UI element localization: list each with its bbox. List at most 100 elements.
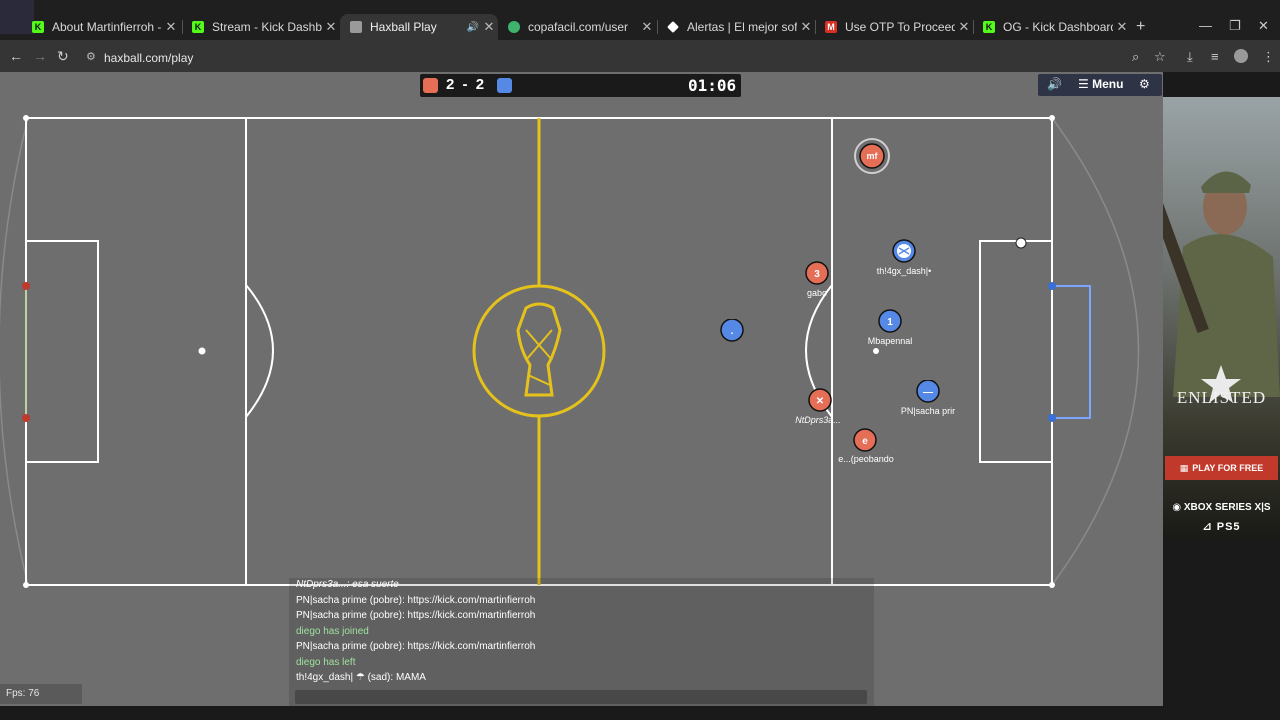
ad-platform-ps-label: PS5: [1216, 521, 1241, 533]
pitch-right-boundary-arc: [1051, 117, 1140, 586]
player-name: NtDprs3a...: [795, 415, 841, 425]
player-blue-dot: .: [720, 319, 744, 342]
close-icon[interactable]: ✕: [797, 19, 815, 35]
settings-gear-icon[interactable]: ⚙: [1139, 77, 1150, 91]
browser-account-avatar[interactable]: [1234, 49, 1248, 63]
more-menu-icon[interactable]: ⋮: [1262, 49, 1275, 65]
right-penalty-box: [979, 240, 1053, 463]
menu-hamburger-icon: ☰: [1078, 77, 1093, 91]
score-red: 2: [446, 76, 455, 93]
ad-title: ENLISTED: [1176, 388, 1267, 407]
close-icon[interactable]: ✕: [480, 19, 498, 35]
player-blue-dash: —: [916, 380, 940, 403]
chat-line: NtDprs3a...: esa suerte: [296, 579, 399, 590]
haxball-icon: [350, 21, 362, 33]
player-red-3: 3: [805, 261, 829, 285]
bookmark-star-icon[interactable]: ☆: [1154, 49, 1166, 65]
player-name: Mbapennal: [867, 336, 913, 346]
svg-text:3: 3: [814, 269, 820, 280]
media-queue-icon[interactable]: ≡: [1211, 49, 1219, 64]
left-d-arc: [245, 284, 274, 418]
chat-line: PN|sacha prime (pobre): https://kick.com…: [296, 595, 536, 606]
ad-platform-ps: ⊿ PS5: [1165, 520, 1278, 533]
reload-icon[interactable]: ↻: [57, 48, 69, 65]
restore-icon[interactable]: ❐: [1229, 18, 1241, 34]
menu-button[interactable]: ☰ Menu: [1078, 77, 1123, 91]
tab-stream-kick-dashboard[interactable]: K Stream - Kick Dashboard ✕: [182, 14, 340, 40]
download-icon[interactable]: ⤓: [1187, 49, 1193, 65]
svg-text:1: 1: [887, 317, 893, 328]
xbox-icon: ◉: [1172, 502, 1184, 513]
playstation-icon: ⊿: [1202, 521, 1217, 533]
svg-text:.: .: [731, 326, 734, 337]
corner-marker: [23, 582, 29, 588]
close-icon[interactable]: ✕: [638, 19, 656, 35]
menu-label: Menu: [1092, 77, 1124, 91]
copafacil-icon: [508, 21, 520, 33]
tab-alertas[interactable]: Alertas | El mejor software para ✕: [657, 14, 815, 40]
tab-use-otp[interactable]: M Use OTP To Proceed - pelmas6 ✕: [815, 14, 973, 40]
zoom-icon[interactable]: ⌕: [1132, 49, 1139, 65]
fps-counter: Fps: 76: [0, 684, 82, 704]
address-bar-url[interactable]: haxball.com/play: [104, 51, 193, 65]
chat-line: PN|sacha prime (pobre): https://kick.com…: [296, 641, 536, 652]
right-goal-post: [1048, 282, 1056, 290]
pitch-left-boundary-arc: [0, 117, 29, 586]
chat-line: diego has joined: [296, 626, 369, 637]
kick-icon: K: [32, 21, 44, 33]
windows-icon: ▦: [1179, 462, 1189, 473]
chat-line: th!4gx_dash| ☂ (sad): MAMA: [296, 672, 426, 683]
player-red-e: e: [853, 428, 877, 452]
player-name: e...(peobando: [838, 454, 894, 464]
game-ball: [1015, 237, 1027, 249]
forward-arrow-icon[interactable]: →: [33, 48, 47, 64]
left-goal-post: [22, 414, 30, 422]
left-penalty-box: [25, 240, 99, 463]
svg-text:✕: ✕: [816, 396, 824, 407]
player-name: gabo: [806, 288, 828, 298]
close-icon[interactable]: ✕: [955, 19, 973, 35]
corner-marker: [23, 115, 29, 121]
corner-marker: [1049, 115, 1055, 121]
score-blue: 2: [475, 76, 485, 93]
player-name: th!4gx_dash|•: [876, 266, 932, 276]
tab-og-kick-dashboard[interactable]: K OG - Kick Dashboard ✕: [973, 14, 1131, 40]
match-timer: 01:06: [688, 76, 737, 95]
player-red-mf: mf: [854, 138, 890, 174]
right-goal-net: [1052, 285, 1091, 419]
ad-play-button[interactable]: ▦ PLAY FOR FREE: [1165, 456, 1278, 480]
tab-haxball-play[interactable]: Haxball Play 🔊 ✕: [340, 14, 498, 40]
chat-line: diego has left: [296, 657, 356, 668]
score-display: 2 - 2: [446, 76, 484, 93]
window-close-icon[interactable]: ✕: [1258, 18, 1269, 34]
player-red-x: ✕: [808, 388, 832, 412]
left-goal-post: [22, 282, 30, 290]
speaker-icon[interactable]: 🔊: [466, 22, 480, 33]
penalty-spot: [198, 347, 206, 355]
blue-team-icon: [497, 78, 512, 93]
gmail-icon: M: [825, 21, 837, 33]
ad-platform-xbox-label: XBOX SERIES X|S: [1183, 502, 1271, 513]
right-goal-post: [1048, 414, 1056, 422]
new-tab-plus-icon[interactable]: +: [1136, 18, 1145, 36]
svg-text:—: —: [923, 387, 933, 398]
close-icon[interactable]: ✕: [322, 19, 340, 35]
sound-icon[interactable]: 🔊: [1047, 77, 1062, 91]
score-separator: -: [462, 76, 468, 93]
chat-input[interactable]: [295, 690, 867, 704]
kick-icon: K: [983, 21, 995, 33]
chat-line: PN|sacha prime (pobre): https://kick.com…: [296, 610, 536, 621]
close-icon[interactable]: ✕: [162, 19, 180, 35]
minimize-icon[interactable]: —: [1199, 18, 1212, 33]
site-info-icon[interactable]: ⚙: [86, 50, 96, 63]
ad-cta-label: PLAY FOR FREE: [1192, 463, 1264, 473]
tab-copafacil[interactable]: copafacil.com/user ✕: [498, 14, 656, 40]
tab-about-martinfierroh[interactable]: K About Martinfierroh - Watch Li ✕: [22, 14, 180, 40]
penalty-spot: [873, 348, 879, 354]
svg-text:mf: mf: [867, 151, 879, 161]
alertas-icon: [667, 21, 679, 33]
player-name: PN|sacha prir: [900, 406, 956, 416]
close-icon[interactable]: ✕: [1113, 19, 1131, 35]
red-team-icon: [423, 78, 438, 93]
back-arrow-icon[interactable]: ←: [9, 48, 23, 64]
